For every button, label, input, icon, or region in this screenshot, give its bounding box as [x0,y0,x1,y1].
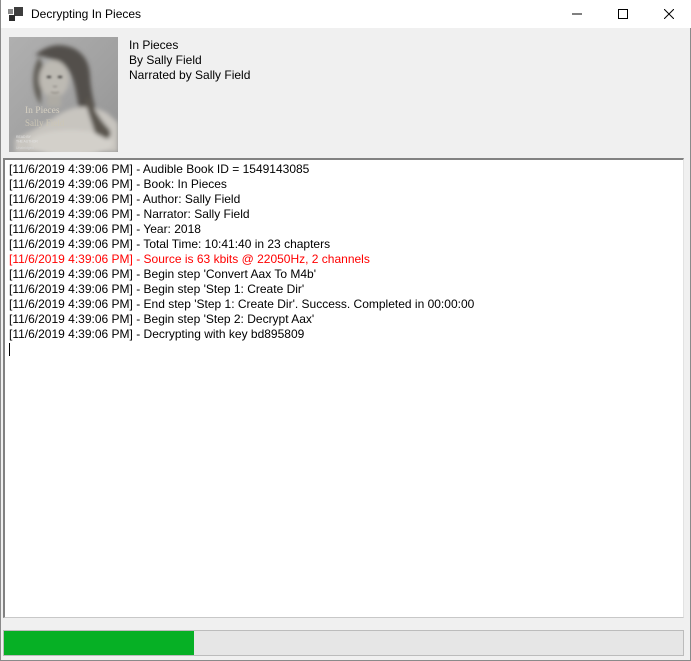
minimize-button[interactable] [554,0,600,28]
log-line: [11/6/2019 4:39:06 PM] - Begin step 'Ste… [9,312,679,327]
log-line: [11/6/2019 4:39:06 PM] - Author: Sally F… [9,192,679,207]
maximize-button[interactable] [600,0,646,28]
log-line: [11/6/2019 4:39:06 PM] - Source is 63 kb… [9,252,679,267]
log-line: [11/6/2019 4:39:06 PM] - Decrypting with… [9,327,679,342]
progress-bar [3,630,684,656]
book-author: By Sally Field [129,53,250,68]
log-line: [11/6/2019 4:39:06 PM] - Total Time: 10:… [9,237,679,252]
cover-caption-2: THE AUTHOR [16,140,38,144]
log-line: [11/6/2019 4:39:06 PM] - End step 'Step … [9,297,679,312]
text-caret [9,343,10,356]
decrypt-window: { "window": { "title": "Decrypting In Pi… [0,0,691,661]
cover-caption-3: Unabridged [16,146,34,150]
cover-art: In Pieces Sally Field READ BY THE AUTHOR… [9,37,118,152]
book-cover-image: In Pieces Sally Field READ BY THE AUTHOR… [9,37,118,152]
book-narrator: Narrated by Sally Field [129,68,250,83]
progress-bar-fill [4,631,194,655]
cover-author-text: Sally Field [25,118,65,128]
title-bar[interactable]: Decrypting In Pieces [1,0,691,28]
minimize-icon [572,9,582,19]
log-textbox[interactable]: [11/6/2019 4:39:06 PM] - Audible Book ID… [3,158,684,618]
cover-title-text: In Pieces [25,106,60,116]
book-info: In Pieces By Sally Field Narrated by Sal… [129,38,250,83]
log-line: [11/6/2019 4:39:06 PM] - Book: In Pieces [9,177,679,192]
app-blocks-icon [8,6,24,22]
window-title: Decrypting In Pieces [31,7,141,21]
close-icon [664,9,674,19]
cover-caption-1: READ BY [16,135,32,139]
maximize-icon [618,9,628,19]
log-line: [11/6/2019 4:39:06 PM] - Begin step 'Ste… [9,282,679,297]
log-line: [11/6/2019 4:39:06 PM] - Narrator: Sally… [9,207,679,222]
log-line: [11/6/2019 4:39:06 PM] - Begin step 'Con… [9,267,679,282]
log-line: [11/6/2019 4:39:06 PM] - Audible Book ID… [9,162,679,177]
close-button[interactable] [646,0,691,28]
log-line: [11/6/2019 4:39:06 PM] - Year: 2018 [9,222,679,237]
book-title: In Pieces [129,38,250,53]
